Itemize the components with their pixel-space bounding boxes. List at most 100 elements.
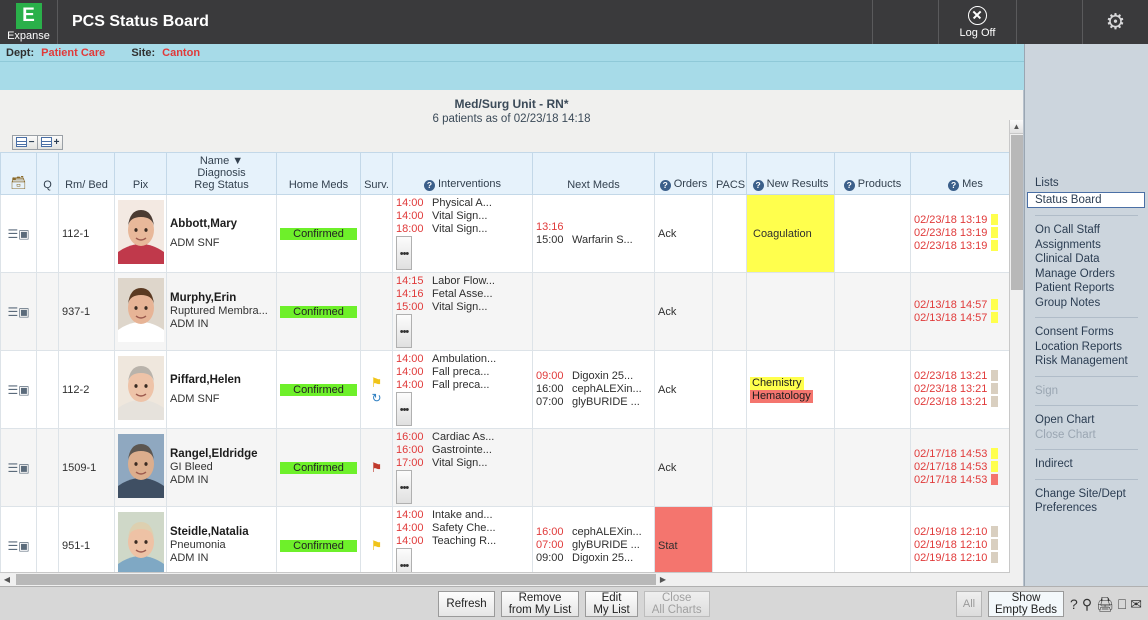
cell-room-bed[interactable]: 112-1	[59, 195, 115, 273]
help-icon-orders[interactable]: ?	[660, 180, 671, 191]
cell-home-meds[interactable]: Confirmed	[277, 507, 361, 573]
flag-yellow-icon[interactable]: ⚑	[371, 375, 383, 390]
sidepanel-item-on-call-staff[interactable]: On Call Staff	[1025, 223, 1148, 238]
cell-patient-photo[interactable]	[115, 273, 167, 351]
cell-next-meds[interactable]: 16:00cephALEXin...07:00glyBURIDE ...09:0…	[533, 507, 655, 573]
table-row[interactable]: ☰▣ 951-1 Steidle,NataliaPneumoniaADM INCon…	[1, 507, 1011, 573]
cell-surveillance[interactable]: ⚑↻	[361, 351, 393, 429]
cell-room-bed[interactable]: 951-1	[59, 507, 115, 573]
scroll-right-arrow-icon[interactable]: ▶	[656, 573, 670, 586]
settings-button[interactable]: ⚙	[1082, 0, 1148, 44]
sidepanel-item-indirect[interactable]: Indirect	[1025, 457, 1148, 472]
col-header-pacs[interactable]: PACS	[713, 153, 747, 195]
expand-all-icon[interactable]: +	[37, 135, 63, 150]
patient-queue-icon[interactable]: ☰▣	[7, 461, 29, 475]
cell-patient-name[interactable]: Steidle,NataliaPneumoniaADM IN	[167, 507, 277, 573]
cell-next-meds[interactable]: 13:1615:00Warfarin S...	[533, 195, 655, 273]
sidepanel-item-consent-forms[interactable]: Consent Forms	[1025, 325, 1148, 340]
col-header-rm-bed[interactable]: Rm/ Bed	[59, 153, 115, 195]
cell-queue-icon[interactable]: ☰▣	[1, 195, 37, 273]
cell-next-meds[interactable]: 09:00Digoxin 25...16:00cephALEXin...07:0…	[533, 351, 655, 429]
cell-queue-icon[interactable]: ☰▣	[1, 507, 37, 573]
patient-queue-icon[interactable]: ☰▣	[7, 539, 29, 553]
vertical-scroll-thumb[interactable]	[1011, 135, 1023, 290]
cell-queue-icon[interactable]: ☰▣	[1, 429, 37, 507]
sidepanel-item-clinical-data[interactable]: Clinical Data	[1025, 252, 1148, 267]
cell-interventions[interactable]: 14:00Intake and...14:00Safety Che...14:0…	[393, 507, 533, 573]
scroll-left-arrow-icon[interactable]: ◀	[0, 573, 14, 586]
sidepanel-item-location-reports[interactable]: Location Reports	[1025, 340, 1148, 355]
sidepanel-item-assignments[interactable]: Assignments	[1025, 238, 1148, 253]
cell-products[interactable]	[835, 507, 911, 573]
cell-messages[interactable]: 02/23/18 13:1902/23/18 13:1902/23/18 13:…	[911, 195, 1011, 273]
cell-orders[interactable]: Ack	[655, 273, 713, 351]
patient-queue-icon[interactable]: ☰▣	[7, 227, 29, 241]
mail-icon[interactable]: ✉	[1130, 596, 1142, 613]
more-interventions-button[interactable]: •••	[396, 236, 412, 270]
button-edit-my-list[interactable]: EditMy List	[585, 591, 637, 617]
sidepanel-item-group-notes[interactable]: Group Notes	[1025, 296, 1148, 311]
cell-messages[interactable]: 02/19/18 12:1002/19/18 12:1002/19/18 12:…	[911, 507, 1011, 573]
cell-orders[interactable]: Stat	[655, 507, 713, 573]
cell-q[interactable]	[37, 273, 59, 351]
help-icon-interventions[interactable]: ?	[424, 180, 435, 191]
col-header-messages[interactable]: ?Mes	[911, 153, 1011, 195]
sidepanel-item-risk-management[interactable]: Risk Management	[1025, 354, 1148, 369]
cell-interventions[interactable]: 14:15Labor Flow...14:16Fetal Asse...15:0…	[393, 273, 533, 351]
cell-patient-name[interactable]: Abbott,MaryADM SNF	[167, 195, 277, 273]
home-meds-status[interactable]: Confirmed	[280, 306, 357, 318]
collapse-all-icon[interactable]: −	[12, 135, 38, 150]
col-header-new-results[interactable]: ?New Results	[747, 153, 835, 195]
board-table-scroll[interactable]: 🗃 Q Rm/ Bed Pix Name ▼ Diagnosis Reg Sta…	[0, 152, 1010, 572]
col-header-next-meds[interactable]: Next Meds	[533, 153, 655, 195]
more-interventions-button[interactable]: •••	[396, 314, 412, 348]
col-header-surv[interactable]: Surv.	[361, 153, 393, 195]
cell-q[interactable]	[37, 429, 59, 507]
more-interventions-button[interactable]: •••	[396, 470, 412, 504]
cell-patient-name[interactable]: Piffard,HelenADM SNF	[167, 351, 277, 429]
sidepanel-item-lists[interactable]: Lists	[1025, 176, 1148, 191]
cell-interventions[interactable]: 14:00Physical A...14:00Vital Sign...18:0…	[393, 195, 533, 273]
scroll-up-arrow-icon[interactable]: ▲	[1010, 120, 1023, 134]
col-header-interventions[interactable]: ?Interventions	[393, 153, 533, 195]
help-icon-messages[interactable]: ?	[948, 180, 959, 191]
cell-pacs[interactable]	[713, 195, 747, 273]
help-icon-new-results[interactable]: ?	[753, 180, 764, 191]
cell-new-results[interactable]	[747, 273, 835, 351]
cell-products[interactable]	[835, 429, 911, 507]
cell-pacs[interactable]	[713, 351, 747, 429]
cell-patient-name[interactable]: Murphy,ErinRuptured Membra...ADM IN	[167, 273, 277, 351]
cell-room-bed[interactable]: 937-1	[59, 273, 115, 351]
cell-patient-name[interactable]: Rangel,EldridgeGI BleedADM IN	[167, 429, 277, 507]
cell-interventions[interactable]: 14:00Ambulation...14:00Fall preca...14:0…	[393, 351, 533, 429]
cell-home-meds[interactable]: Confirmed	[277, 273, 361, 351]
show-empty-beds-button[interactable]: Show Empty Beds	[988, 591, 1064, 617]
sidepanel-item-manage-orders[interactable]: Manage Orders	[1025, 267, 1148, 282]
help-icon-products[interactable]: ?	[844, 180, 855, 191]
flag-yellow-icon[interactable]: ⚑	[371, 538, 383, 553]
cell-new-results[interactable]: ChemistryHematology	[747, 351, 835, 429]
table-row[interactable]: ☰▣112-2Piffard,HelenADM SNFConfirmed⚑↻14…	[1, 351, 1011, 429]
table-row[interactable]: ☰▣112-1Abbott,MaryADM SNFConfirmed14:00P…	[1, 195, 1011, 273]
cell-orders[interactable]: Ack	[655, 429, 713, 507]
cell-new-results[interactable]	[747, 507, 835, 573]
home-meds-status[interactable]: Confirmed	[280, 384, 357, 396]
col-header-q[interactable]: Q	[37, 153, 59, 195]
cell-home-meds[interactable]: Confirmed	[277, 351, 361, 429]
col-header-pix[interactable]: Pix	[115, 153, 167, 195]
cell-room-bed[interactable]: 112-2	[59, 351, 115, 429]
cell-interventions[interactable]: 16:00Cardiac As...16:00Gastrointe...17:0…	[393, 429, 533, 507]
app-logo[interactable]: E Expanse	[0, 0, 58, 44]
cell-products[interactable]	[835, 195, 911, 273]
cell-new-results[interactable]	[747, 429, 835, 507]
cell-pacs[interactable]	[713, 507, 747, 573]
cell-surveillance[interactable]: ⚑	[361, 507, 393, 573]
cell-orders[interactable]: Ack	[655, 351, 713, 429]
home-meds-status[interactable]: Confirmed	[280, 462, 357, 474]
cell-messages[interactable]: 02/17/18 14:5302/17/18 14:5302/17/18 14:…	[911, 429, 1011, 507]
cell-surveillance[interactable]	[361, 273, 393, 351]
cell-surveillance[interactable]: ⚑	[361, 429, 393, 507]
horizontal-scroll-thumb[interactable]	[16, 574, 656, 585]
vertical-scrollbar[interactable]: ▲	[1009, 120, 1023, 586]
more-interventions-button[interactable]: •••	[396, 392, 412, 426]
